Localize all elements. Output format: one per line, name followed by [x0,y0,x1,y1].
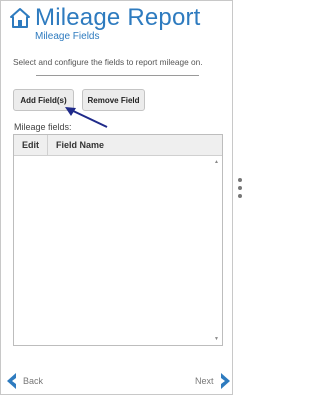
home-icon [10,8,30,28]
instructions-text: Select and configure the fields to repor… [13,57,203,67]
scroll-down-icon[interactable]: ▼ [214,336,219,342]
column-header-field-name[interactable]: Field Name [48,140,104,150]
scroll-up-icon[interactable]: ▲ [214,159,219,165]
next-label: Next [195,376,214,386]
grid-header: Edit Field Name [14,135,222,156]
back-label: Back [23,376,44,386]
header: Mileage Report [9,5,201,31]
mileage-report-pane: Mileage Report Mileage Fields Select and… [0,0,233,395]
mileage-fields-label: Mileage fields: [14,122,72,132]
divider [36,75,199,76]
mileage-fields-grid[interactable]: Edit Field Name ▲ ▼ [13,134,223,346]
back-button[interactable]: Back [7,373,43,389]
page-title: Mileage Report [35,4,201,31]
column-header-edit[interactable]: Edit [14,135,48,155]
chevron-right-icon [220,373,230,389]
chevron-left-icon [7,373,16,389]
page-subtitle: Mileage Fields [35,31,100,42]
next-button[interactable]: Next [195,373,230,389]
more-options-icon[interactable] [238,178,243,202]
title-row: Mileage Report [9,5,201,31]
